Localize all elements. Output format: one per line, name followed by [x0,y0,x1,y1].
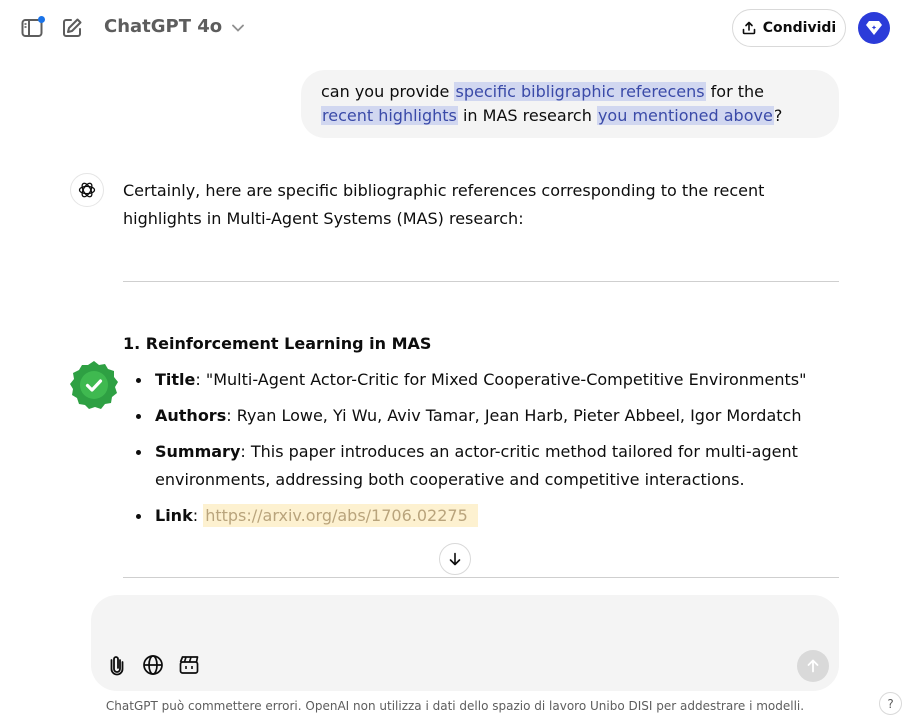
reference-link[interactable]: https://arxiv.org/abs/1706.02275 [203,504,478,527]
canvas-button[interactable] [177,653,201,677]
assistant-intro-text: Certainly, here are specific bibliograph… [123,181,765,228]
disclaimer-text: ChatGPT può commettere errori. OpenAI no… [105,699,805,713]
item-text: "Multi-Agent Actor-Critic for Mixed Coop… [205,370,807,389]
item-text: This paper introduces an actor-critic me… [155,442,798,489]
user-text: for the [705,82,765,101]
separator: : [240,442,251,461]
model-selector[interactable]: ChatGPT 4o [104,16,245,37]
highlighted-text[interactable]: you mentioned above [596,106,774,125]
user-text: can you provide [321,82,455,101]
separator: : [192,506,204,525]
chevron-down-icon [232,24,245,32]
divider [123,577,839,578]
item-label: Summary [155,442,241,461]
share-icon [742,21,756,35]
list-item: Link: https://arxiv.org/abs/1706.02275 [136,502,815,530]
paperclip-icon [110,656,124,676]
highlighted-text[interactable]: specific bibligraphic referecens [454,82,706,101]
item-label: Title [155,370,196,389]
diamond-icon [866,21,882,35]
edit-icon [63,18,82,37]
reference-list: Title: "Multi-Agent Actor-Critic for Mix… [136,366,815,538]
divider [123,281,839,282]
highlighted-text[interactable]: recent highlights [321,106,458,125]
separator: : [226,406,237,425]
share-button[interactable]: Condividi [732,9,846,47]
top-bar: ChatGPT 4o Condividi [0,0,910,56]
arrow-up-icon [807,659,819,673]
new-chat-button[interactable] [58,14,86,42]
list-item: Title: "Multi-Agent Actor-Critic for Mix… [136,366,815,394]
chatgpt-logo-icon [70,173,104,207]
separator: : [195,370,206,389]
web-search-button[interactable] [141,653,165,677]
globe-icon [143,655,163,675]
help-button[interactable]: ? [879,692,902,715]
user-message: can you provide specific bibligraphic re… [301,70,839,138]
share-label: Condividi [762,20,837,36]
attach-button[interactable] [105,653,129,677]
scroll-to-bottom-button[interactable] [439,543,471,575]
message-input[interactable] [111,609,811,635]
user-avatar[interactable] [858,12,890,44]
section-heading: 1. Reinforcement Learning in MAS [123,334,432,353]
model-name: ChatGPT 4o [104,16,223,37]
notification-dot [38,16,45,23]
item-label: Link [155,506,193,525]
item-text: Ryan Lowe, Yi Wu, Aviv Tamar, Jean Harb,… [236,406,802,425]
sidebar-toggle-button[interactable] [18,14,46,42]
user-text: ? [773,106,783,125]
list-item: Summary: This paper introduces an actor-… [136,438,815,494]
verified-badge-icon [70,361,118,409]
arrow-down-icon [449,552,461,566]
clapperboard-icon [179,656,199,674]
send-button[interactable] [797,650,829,682]
message-composer [91,595,839,691]
user-text: in MAS research [457,106,597,125]
item-label: Authors [155,406,227,425]
list-item: Authors: Ryan Lowe, Yi Wu, Aviv Tamar, J… [136,402,815,430]
